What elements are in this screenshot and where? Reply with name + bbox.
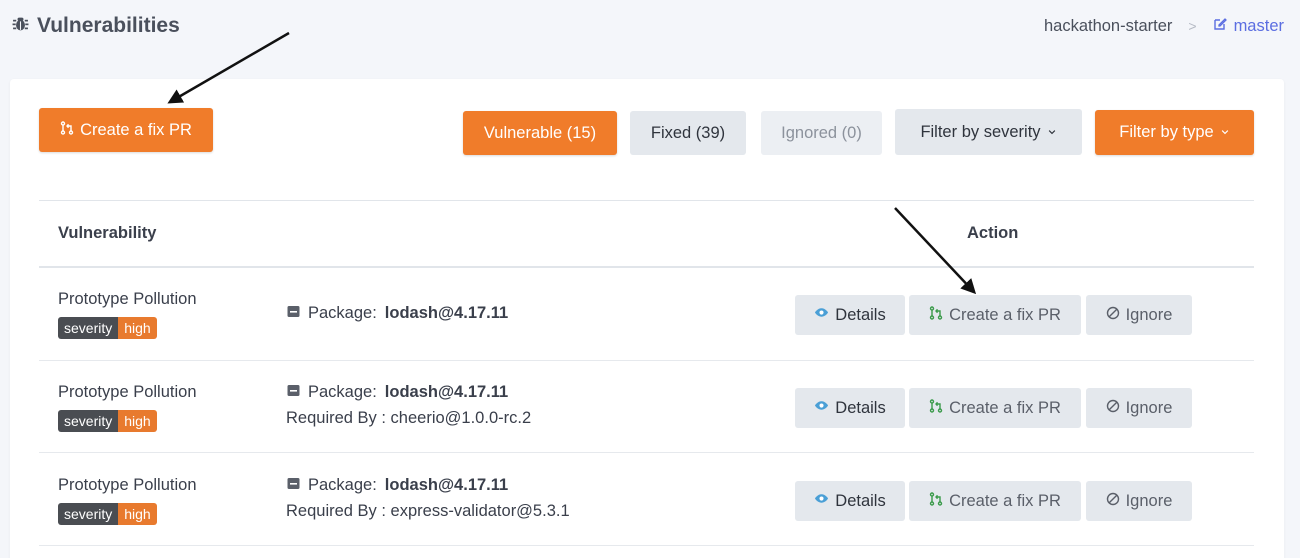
column-header-vulnerability: Vulnerability (58, 224, 157, 242)
filter-severity-label: Filter by severity (920, 122, 1041, 141)
bug-icon (12, 14, 29, 38)
create-fix-pr-row-label: Create a fix PR (949, 491, 1061, 510)
details-button[interactable]: Details (795, 481, 905, 521)
severity-badge-key: severity (58, 503, 119, 525)
filter-type-label: Filter by type (1119, 123, 1214, 141)
package-icon (287, 476, 300, 495)
eye-icon (814, 491, 829, 511)
pull-request-icon (929, 491, 943, 511)
eye-icon (814, 398, 829, 418)
vulnerability-name: Prototype Pollution (58, 290, 197, 308)
filter-type-dropdown[interactable]: Filter by type (1095, 110, 1254, 155)
package-info: Package: lodash@4.17.11 (287, 476, 508, 495)
ban-icon (1106, 399, 1120, 418)
package-info: Package: lodash@4.17.11 (287, 304, 508, 323)
create-fix-pr-row-button[interactable]: Create a fix PR (909, 295, 1081, 335)
ignore-button[interactable]: Ignore (1086, 295, 1192, 335)
create-fix-pr-row-label: Create a fix PR (949, 398, 1061, 417)
vulnerability-name: Prototype Pollution (58, 476, 197, 494)
tab-vulnerable-label: Vulnerable (15) (483, 123, 597, 142)
package-name: lodash@4.17.11 (384, 476, 509, 494)
ban-icon (1106, 306, 1120, 325)
edit-icon (1213, 17, 1227, 36)
required-by: Required By : express-validator@5.3.1 (286, 502, 570, 520)
ignore-button[interactable]: Ignore (1086, 481, 1192, 521)
severity-badge: severity high (58, 503, 157, 525)
breadcrumb-branch[interactable]: master (1213, 17, 1284, 36)
page-title-text: Vulnerabilities (37, 14, 180, 37)
chevron-down-icon (1047, 123, 1057, 142)
severity-badge-key: severity (58, 410, 119, 432)
details-button[interactable]: Details (795, 295, 905, 335)
pull-request-icon (60, 120, 74, 140)
severity-badge-value: high (118, 410, 157, 432)
required-by: Required By : cheerio@1.0.0-rc.2 (286, 409, 532, 427)
create-fix-pr-button[interactable]: Create a fix PR (39, 108, 213, 152)
column-header-action: Action (967, 224, 1019, 242)
package-icon (287, 304, 300, 323)
ignore-label: Ignore (1125, 491, 1173, 510)
pull-request-icon (929, 398, 943, 418)
table-top-divider (39, 200, 1254, 201)
breadcrumb-repo[interactable]: hackathon-starter (1044, 17, 1172, 36)
table-header-divider (39, 266, 1254, 268)
package-info: Package: lodash@4.17.11 (287, 383, 508, 402)
breadcrumb: hackathon-starter > master (1044, 14, 1284, 38)
severity-badge: severity high (58, 410, 157, 432)
details-label: Details (835, 305, 886, 324)
tab-vulnerable[interactable]: Vulnerable (15) (463, 111, 617, 155)
eye-icon (814, 305, 829, 325)
ignore-label: Ignore (1125, 398, 1173, 417)
row-divider (39, 545, 1254, 546)
tab-ignored-label: Ignored (0) (781, 123, 862, 142)
create-fix-pr-row-button[interactable]: Create a fix PR (909, 388, 1081, 428)
top-bar: Vulnerabilities hackathon-starter > mast… (0, 0, 1300, 78)
package-icon (287, 383, 300, 402)
page-title: Vulnerabilities (12, 12, 180, 40)
row-divider (39, 360, 1254, 361)
create-fix-pr-label: Create a fix PR (80, 120, 192, 139)
vulnerabilities-card: Create a fix PR Vulnerable (15) Fixed (3… (10, 79, 1284, 558)
severity-badge-value: high (118, 503, 157, 525)
pull-request-icon (929, 305, 943, 325)
details-label: Details (835, 491, 886, 510)
create-fix-pr-row-button[interactable]: Create a fix PR (909, 481, 1081, 521)
ban-icon (1106, 492, 1120, 511)
severity-badge-key: severity (58, 317, 119, 339)
package-name: lodash@4.17.11 (384, 383, 509, 401)
vulnerability-name: Prototype Pollution (58, 383, 197, 401)
breadcrumb-separator: > (1188, 18, 1197, 34)
severity-badge-value: high (118, 317, 157, 339)
package-label: Package: (308, 383, 377, 401)
package-label: Package: (308, 476, 377, 494)
package-label: Package: (308, 304, 377, 322)
package-name: lodash@4.17.11 (384, 304, 509, 322)
branch-label: master (1233, 16, 1284, 35)
filter-severity-dropdown[interactable]: Filter by severity (895, 109, 1082, 155)
ignore-label: Ignore (1125, 305, 1173, 324)
details-button[interactable]: Details (795, 388, 905, 428)
tab-fixed[interactable]: Fixed (39) (630, 111, 746, 155)
ignore-button[interactable]: Ignore (1086, 388, 1192, 428)
chevron-down-icon (1220, 123, 1230, 142)
details-label: Details (835, 398, 886, 417)
create-fix-pr-row-label: Create a fix PR (949, 305, 1061, 324)
severity-badge: severity high (58, 317, 157, 339)
tab-ignored[interactable]: Ignored (0) (761, 111, 882, 155)
tab-fixed-label: Fixed (39) (650, 123, 726, 142)
row-divider (39, 452, 1254, 453)
